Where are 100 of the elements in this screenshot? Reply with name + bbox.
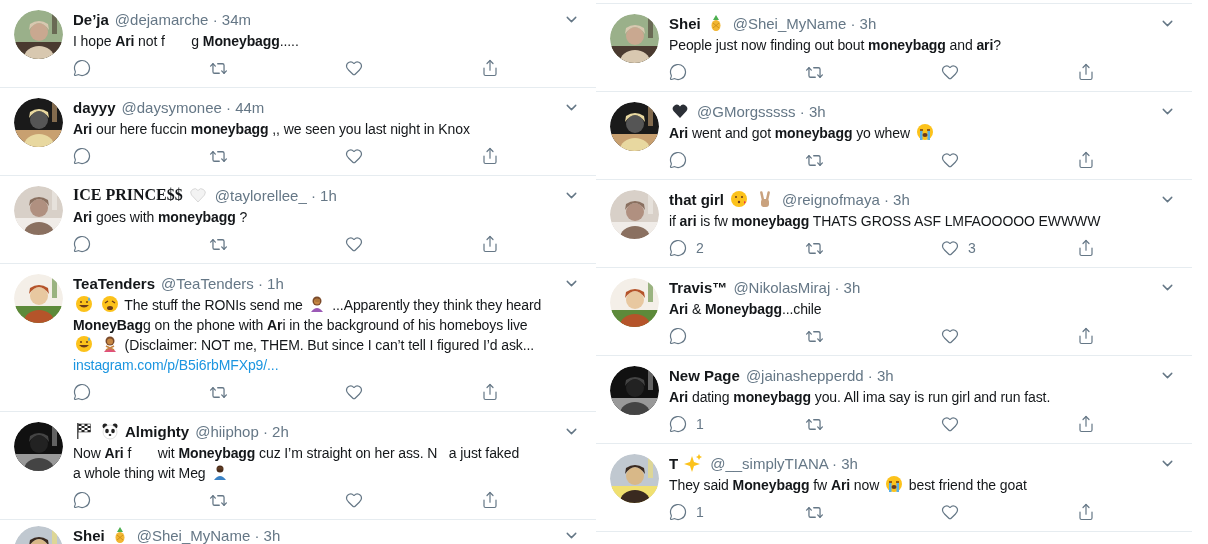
user-name[interactable]: De’ja xyxy=(73,10,109,28)
share-button[interactable] xyxy=(1077,151,1095,169)
tweet-text: a whole thing wit Meg xyxy=(73,465,206,481)
flag-icon xyxy=(75,422,93,440)
speech-bubble-icon xyxy=(73,491,91,509)
share-button[interactable] xyxy=(1077,63,1095,81)
kissing-face-icon xyxy=(730,190,748,208)
share-icon xyxy=(481,383,499,401)
tweet-text: best friend the goat xyxy=(908,477,1027,493)
share-button[interactable] xyxy=(1077,239,1095,257)
tweet-text: MoneyBagg on the phone with Ari in the background of his homeboys live xyxy=(73,317,528,333)
like-button[interactable] xyxy=(345,59,363,77)
tweet-text: Ari our here fuccin moneybagg ,, we seen you last night in Knox xyxy=(73,121,470,137)
user-name[interactable]: Almighty xyxy=(125,422,190,440)
like-count: 3 xyxy=(968,240,976,256)
reply-button[interactable] xyxy=(73,59,91,77)
user-name[interactable]: ICE PRINCE$$ xyxy=(73,186,183,204)
reply-button[interactable] xyxy=(73,235,91,253)
like-button[interactable] xyxy=(941,151,959,169)
user-name[interactable]: New Page xyxy=(669,366,740,384)
user-handle: @reignofmaya · 3h xyxy=(782,190,910,208)
user-name[interactable]: Shei xyxy=(669,14,701,32)
speech-bubble-icon xyxy=(73,383,91,401)
heart-icon xyxy=(188,186,207,204)
share-icon xyxy=(481,235,499,253)
user-handle: @dejamarche · 34m xyxy=(114,10,251,28)
heart-icon xyxy=(671,102,689,120)
tweet-text: Ari went and got moneybagg yo whew xyxy=(669,125,910,141)
tweet-text: Now Ari f wit Moneybagg cuz I’m straight on her ass. N a just faked xyxy=(73,445,520,461)
reply-button[interactable]: 1 xyxy=(669,503,704,521)
share-icon xyxy=(1077,415,1095,433)
crying-face-icon xyxy=(915,123,934,141)
like-button[interactable] xyxy=(941,503,959,521)
user-name[interactable]: Shei xyxy=(73,526,105,544)
reply-count: 1 xyxy=(696,504,704,520)
tweet-text: They said Moneybagg fw Ari now xyxy=(669,477,880,493)
like-button[interactable] xyxy=(345,383,363,401)
user-name[interactable]: Travis™ xyxy=(669,278,728,296)
speech-bubble-icon xyxy=(669,415,687,433)
reply-button[interactable] xyxy=(73,491,91,509)
tweet-text: I hope Ari not f g Moneybagg..... xyxy=(73,33,299,49)
share-button[interactable] xyxy=(481,235,499,253)
share-icon xyxy=(1077,503,1095,521)
user-name[interactable]: that girl xyxy=(669,190,724,208)
like-button[interactable] xyxy=(941,63,959,81)
heart-icon xyxy=(941,503,959,521)
speech-bubble-icon xyxy=(73,59,91,77)
user-handle: @daysymonee · 44m xyxy=(121,98,265,116)
user-handle: @__simplyTIANA · 3h xyxy=(710,454,858,472)
speech-bubble-icon xyxy=(73,147,91,165)
heart-icon xyxy=(345,147,363,165)
like-button[interactable] xyxy=(941,415,959,433)
reply-count: 1 xyxy=(696,416,704,432)
share-button[interactable] xyxy=(481,383,499,401)
share-icon xyxy=(1077,63,1095,81)
reply-button[interactable] xyxy=(669,151,687,169)
panda-icon xyxy=(101,422,119,440)
smiling-face-icon xyxy=(75,335,93,353)
share-button[interactable] xyxy=(481,59,499,77)
like-button[interactable] xyxy=(941,327,959,345)
share-button[interactable] xyxy=(1077,327,1095,345)
tweet-text: (Disclaimer: NOT me, THEM. But since I can’t tell I figured I’d ask... xyxy=(124,337,535,353)
tweet-text: ...Apparently they think they heard xyxy=(332,297,542,313)
heart-icon xyxy=(941,327,959,345)
reply-button[interactable]: 2 xyxy=(669,239,704,257)
reply-button[interactable] xyxy=(73,147,91,165)
share-button[interactable] xyxy=(481,491,499,509)
reply-button[interactable] xyxy=(669,327,687,345)
user-name[interactable]: TeaTenders xyxy=(73,274,155,292)
like-button[interactable] xyxy=(345,235,363,253)
reply-count: 2 xyxy=(696,240,704,256)
reply-button[interactable] xyxy=(669,63,687,81)
speech-bubble-icon xyxy=(669,503,687,521)
speech-bubble-icon xyxy=(669,239,687,257)
reply-button[interactable] xyxy=(73,383,91,401)
tweet-text: The stuff the RONIs send me xyxy=(124,297,303,313)
speech-bubble-icon xyxy=(669,327,687,345)
sparkles-icon xyxy=(684,454,703,472)
user-handle: @jainashepperdd · 3h xyxy=(745,366,894,384)
heart-icon xyxy=(941,63,959,81)
user-handle: @taylorellee_ · 1h xyxy=(214,186,337,204)
heart-icon xyxy=(345,59,363,77)
tweet-text: People just now finding out bout moneybagg and ari? xyxy=(669,37,1001,53)
reply-button[interactable]: 1 xyxy=(669,415,704,433)
share-button[interactable] xyxy=(1077,503,1095,521)
like-button[interactable] xyxy=(345,147,363,165)
like-button[interactable]: 3 xyxy=(941,239,976,257)
share-icon xyxy=(481,491,499,509)
user-name[interactable]: T xyxy=(669,454,679,472)
tweet-text: Ari goes with moneybagg ? xyxy=(73,209,248,225)
user-handle: @GMorgsssss · 3h xyxy=(697,102,826,120)
user-name[interactable]: dayyy xyxy=(73,98,116,116)
smiling-face-icon xyxy=(75,295,93,313)
tweet-text: if ari is fw moneybagg THATS GROSS ASF LMFAOOOOO EWWWW xyxy=(669,213,1101,229)
speech-bubble-icon xyxy=(73,235,91,253)
like-button[interactable] xyxy=(345,491,363,509)
share-button[interactable] xyxy=(1077,415,1095,433)
share-button[interactable] xyxy=(481,147,499,165)
heart-icon xyxy=(941,415,959,433)
user-handle: @TeaTenders · 1h xyxy=(161,274,284,292)
